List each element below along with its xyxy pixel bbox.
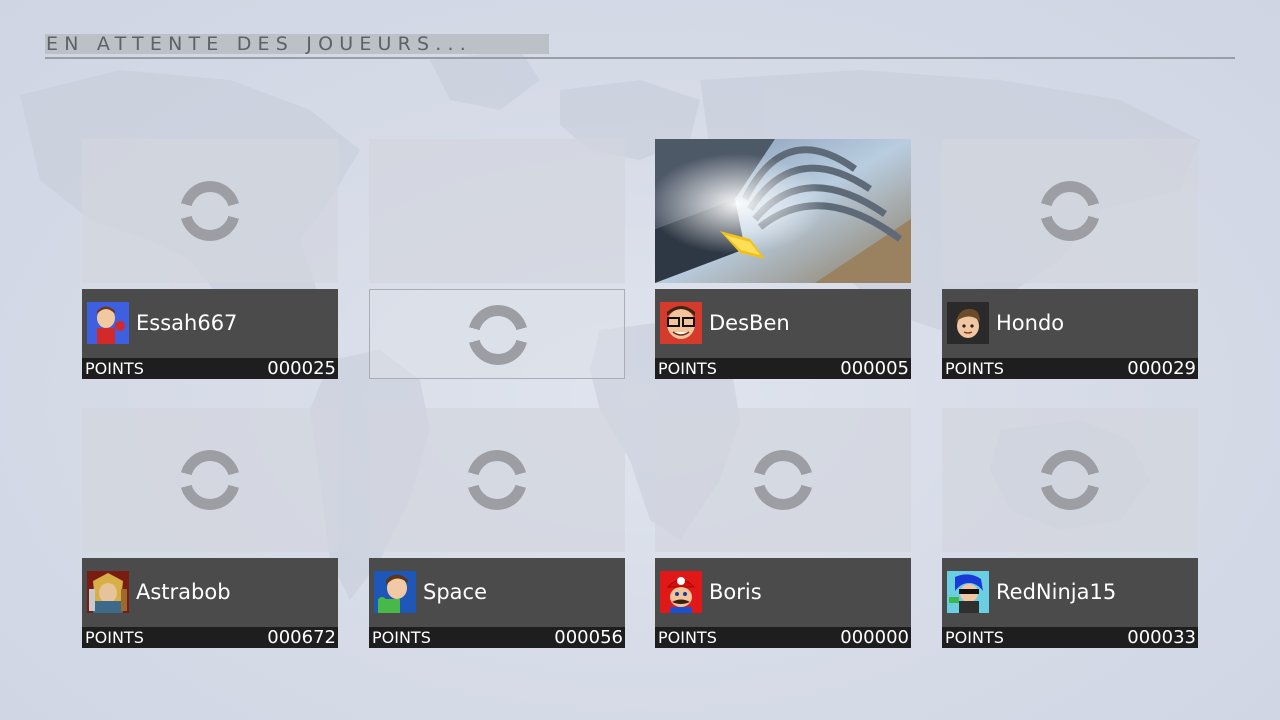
points-label: POINTS [945, 359, 1004, 378]
points-bar: POINTS 000672 [82, 627, 338, 648]
loading-spinner-icon [1040, 181, 1100, 241]
player-card[interactable]: Essah667 POINTS 000025 [82, 289, 338, 379]
mii-brown-hair-icon [947, 302, 989, 344]
player-name: Boris [709, 580, 762, 604]
loading-spinner-icon [467, 450, 527, 510]
points-value: 000672 [267, 627, 336, 648]
player-slot: Hondo POINTS 000029 [942, 139, 1198, 379]
points-bar: POINTS 000005 [655, 358, 911, 379]
slot-preview [82, 408, 338, 552]
points-label: POINTS [658, 628, 717, 647]
mii-glasses-icon [660, 302, 702, 344]
points-label: POINTS [85, 628, 144, 647]
slot-preview [369, 408, 625, 552]
player-slot: Essah667 POINTS 000025 [82, 139, 338, 379]
player-card[interactable]: Space POINTS 000056 [369, 558, 625, 648]
points-bar: POINTS 000025 [82, 358, 338, 379]
player-name: Space [423, 580, 487, 604]
slot-preview [369, 139, 625, 283]
level-preview-image [655, 139, 911, 283]
player-slot: Astrabob POINTS 000672 [82, 408, 338, 648]
points-label: POINTS [658, 359, 717, 378]
player-name: Astrabob [136, 580, 231, 604]
loading-spinner-icon [180, 450, 240, 510]
empty-player-card [369, 289, 625, 379]
player-slot: DesBen POINTS 000005 [655, 139, 911, 379]
mii-green-shirt-icon [374, 571, 416, 613]
inkling-icon [947, 571, 989, 613]
player-slot: Space POINTS 000056 [369, 408, 625, 648]
loading-spinner-icon [180, 181, 240, 241]
points-value: 000025 [267, 358, 336, 379]
loading-spinner-icon [1040, 450, 1100, 510]
points-value: 000056 [554, 627, 623, 648]
points-bar: POINTS 000056 [369, 627, 625, 648]
points-bar: POINTS 000029 [942, 358, 1198, 379]
points-label: POINTS [85, 359, 144, 378]
loading-spinner-icon [468, 305, 528, 365]
points-value: 000033 [1127, 627, 1196, 648]
player-slot-empty [369, 139, 625, 379]
slot-preview [942, 408, 1198, 552]
player-name: DesBen [709, 311, 790, 335]
loading-spinner-icon [753, 450, 813, 510]
slot-preview [655, 408, 911, 552]
player-card[interactable]: Boris POINTS 000000 [655, 558, 911, 648]
points-value: 000000 [840, 627, 909, 648]
points-label: POINTS [945, 628, 1004, 647]
slot-preview [942, 139, 1198, 283]
mii-red-shirt-icon [87, 302, 129, 344]
link-character-icon [87, 571, 129, 613]
slot-preview [82, 139, 338, 283]
player-card[interactable]: Hondo POINTS 000029 [942, 289, 1198, 379]
player-slot: RedNinja15 POINTS 000033 [942, 408, 1198, 648]
points-label: POINTS [372, 628, 431, 647]
page-title: EN ATTENTE DES JOUEURS... [46, 33, 473, 55]
player-name: Essah667 [136, 311, 238, 335]
points-bar: POINTS 000033 [942, 627, 1198, 648]
player-name: Hondo [996, 311, 1065, 335]
points-bar: POINTS 000000 [655, 627, 911, 648]
points-value: 000029 [1127, 358, 1196, 379]
player-name: RedNinja15 [996, 580, 1117, 604]
player-card[interactable]: RedNinja15 POINTS 000033 [942, 558, 1198, 648]
mario-icon [660, 571, 702, 613]
player-card[interactable]: Astrabob POINTS 000672 [82, 558, 338, 648]
player-slot: Boris POINTS 000000 [655, 408, 911, 648]
points-value: 000005 [840, 358, 909, 379]
header-divider [45, 57, 1235, 59]
player-card[interactable]: DesBen POINTS 000005 [655, 289, 911, 379]
